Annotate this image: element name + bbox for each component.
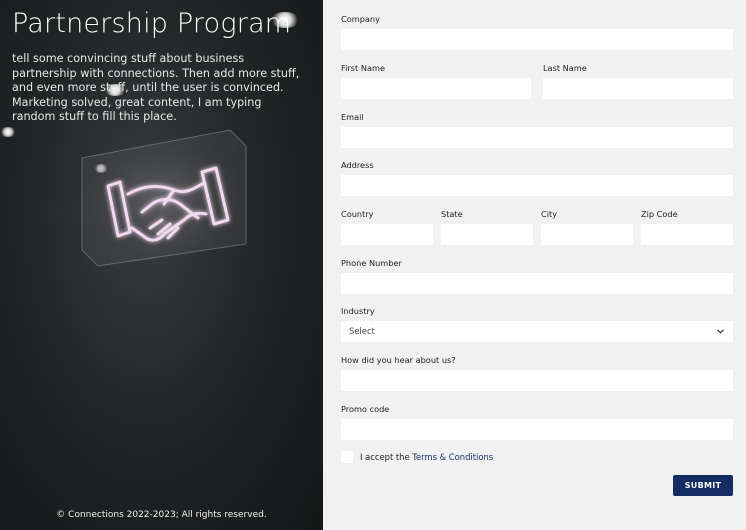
promo-code-label: Promo code [341,404,390,414]
zip-code-input[interactable] [641,224,733,245]
email-input[interactable] [341,127,733,148]
zip-code-label: Zip Code [641,209,678,219]
partnership-form: Company First Name Last Name Email Addre… [341,0,733,530]
country-input[interactable] [341,224,433,245]
referral-input[interactable] [341,370,733,391]
terms-checkbox[interactable] [341,451,353,463]
company-input[interactable] [341,29,733,50]
promo-code-input[interactable] [341,419,733,440]
city-input[interactable] [541,224,633,245]
first-name-label: First Name [341,63,385,73]
industry-select[interactable]: Select [341,321,733,342]
address-input[interactable] [341,175,733,196]
chevron-down-icon [717,329,724,334]
referral-label: How did you hear about us? [341,355,456,365]
state-label: State [441,209,463,219]
last-name-input[interactable] [543,78,733,99]
country-label: Country [341,209,374,219]
hero-panel: Partnership Program tell some convincing… [0,0,323,530]
handshake-neon-icon [81,129,247,267]
terms-label: I accept the Terms & Conditions [360,452,493,462]
terms-prefix: I accept the [360,452,413,462]
last-name-label: Last Name [543,63,587,73]
terms-link[interactable]: Terms & Conditions [412,452,493,462]
email-label: Email [341,112,364,122]
hero-description: tell some convincing stuff about busines… [12,52,300,124]
ceiling-light [0,127,16,137]
first-name-input[interactable] [341,78,531,99]
city-label: City [541,209,558,219]
industry-label: Industry [341,306,375,316]
address-label: Address [341,160,374,170]
industry-selected-value: Select [349,326,375,336]
state-input[interactable] [441,224,533,245]
page-title: Partnership Program [12,8,292,39]
phone-input[interactable] [341,273,733,294]
copyright-text: © Connections 2022-2023; All rights rese… [56,510,267,520]
submit-button[interactable]: SUBMIT [673,475,733,496]
phone-label: Phone Number [341,258,402,268]
company-label: Company [341,14,380,24]
